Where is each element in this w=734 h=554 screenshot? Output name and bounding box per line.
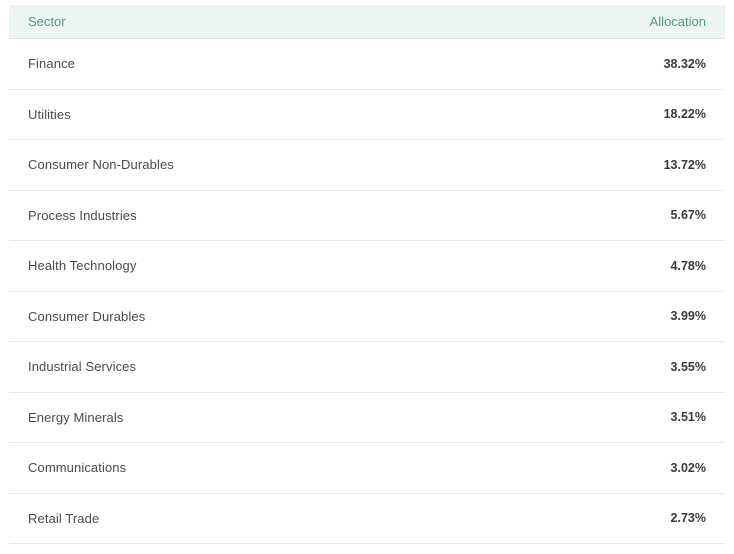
sector-name: Process Industries	[28, 207, 137, 223]
table-header: Sector Allocation	[9, 5, 725, 39]
allocation-value: 3.55%	[670, 359, 706, 374]
table-row: Retail Trade 2.73%	[9, 494, 725, 544]
allocation-value: 3.99%	[670, 309, 706, 324]
table-row: Energy Minerals 3.51%	[9, 393, 725, 443]
table-row: Process Industries 5.67%	[9, 191, 725, 241]
sector-name: Communications	[28, 460, 127, 476]
allocation-value: 4.78%	[670, 258, 706, 273]
sector-name: Energy Minerals	[28, 409, 124, 425]
table-row: Finance 38.32%	[9, 39, 725, 90]
table-row: Health Technology 4.78%	[9, 241, 725, 292]
allocation-value: 18.22%	[663, 107, 706, 122]
table-row: Utilities 18.22%	[9, 90, 725, 140]
sector-name: Industrial Services	[28, 359, 137, 375]
allocation-value: 3.51%	[670, 410, 706, 425]
allocation-column-header[interactable]: Allocation	[650, 14, 706, 29]
sector-name: Finance	[28, 56, 75, 72]
table-row: Consumer Durables 3.99%	[9, 292, 725, 342]
sector-name: Health Technology	[28, 258, 137, 274]
table-row: Consumer Non-Durables 13.72%	[9, 140, 725, 191]
table-row: Industrial Services 3.55%	[9, 342, 725, 393]
sector-name: Consumer Non-Durables	[28, 157, 174, 173]
allocation-value: 2.73%	[670, 511, 706, 526]
sector-allocation-table: Sector Allocation Finance 38.32% Utiliti…	[9, 5, 725, 544]
allocation-value: 5.67%	[670, 208, 706, 223]
allocation-value: 3.02%	[670, 460, 706, 475]
allocation-value: 13.72%	[663, 157, 706, 172]
sector-name: Consumer Durables	[28, 308, 146, 324]
allocation-value: 38.32%	[663, 56, 706, 71]
table-row: Communications 3.02%	[9, 443, 725, 494]
sector-column-header[interactable]: Sector	[28, 14, 66, 29]
sector-name: Utilities	[28, 106, 71, 122]
sector-name: Retail Trade	[28, 510, 100, 526]
